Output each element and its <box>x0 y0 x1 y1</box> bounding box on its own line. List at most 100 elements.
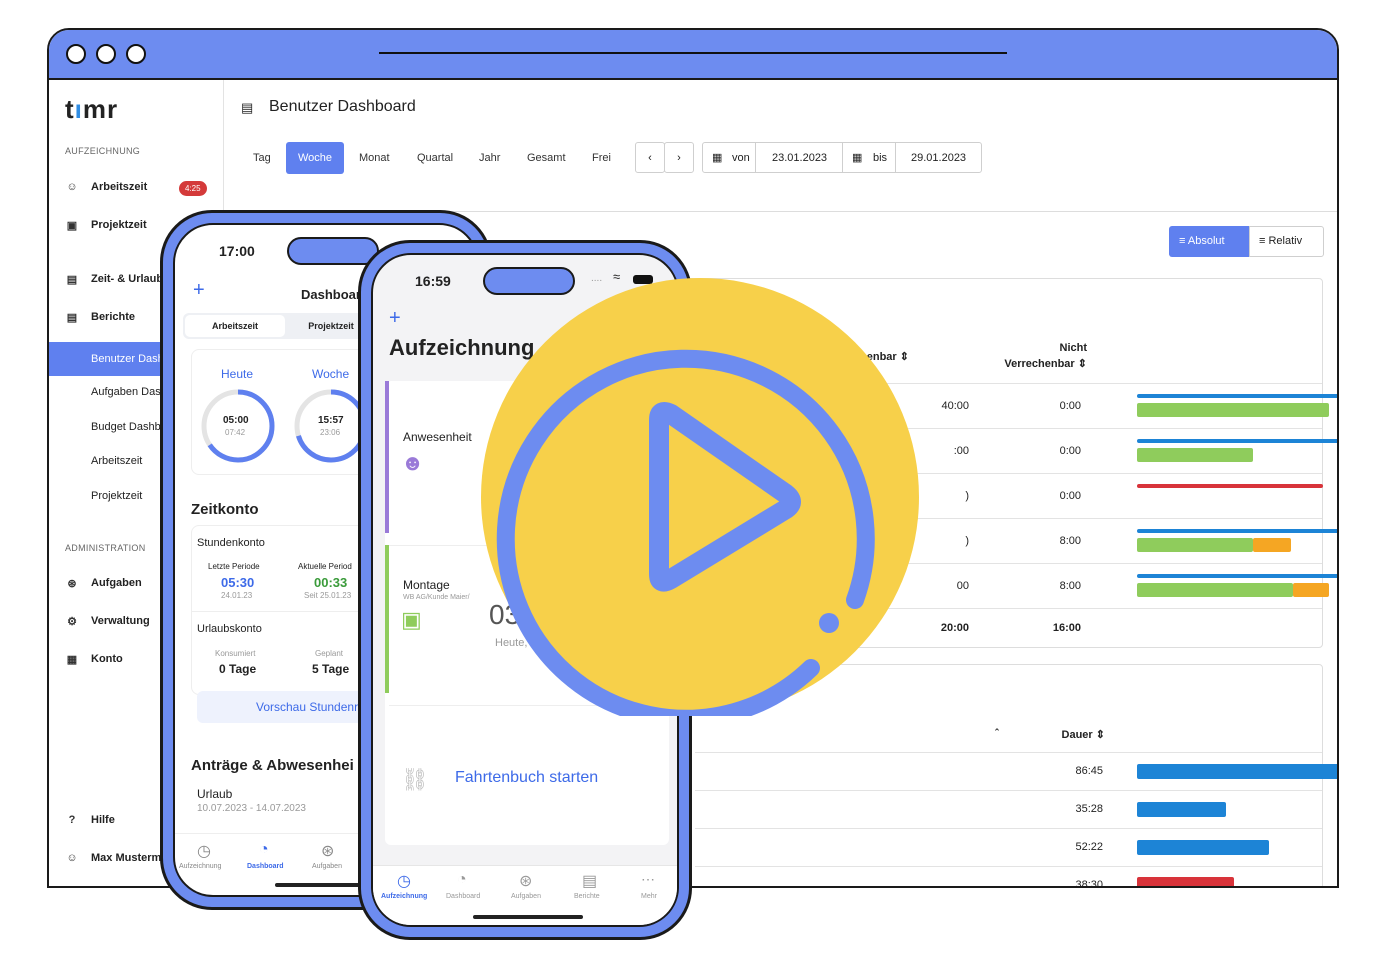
total-bar <box>1137 439 1337 443</box>
to-date[interactable]: 29.01.2023 <box>911 152 966 164</box>
timr-logo: tımr <box>65 94 119 124</box>
total-bar <box>1137 484 1323 488</box>
vacation-account-label: Urlaubskonto <box>197 623 262 635</box>
current-period-value: 00:33 <box>314 575 348 590</box>
project-label: Montage <box>403 578 450 592</box>
billable-bar <box>1137 583 1293 597</box>
status-time: 17:00 <box>219 243 255 259</box>
sort-caret-icon[interactable]: ˆ <box>995 728 999 740</box>
briefcase-clock-icon: ▣ <box>66 219 78 232</box>
tab-woche[interactable]: Woche <box>286 142 345 174</box>
status-time: 16:59 <box>415 273 451 289</box>
last-period-date: 24.01.23 <box>221 591 253 600</box>
relative-toggle[interactable]: ≡ Relativ <box>1249 226 1324 257</box>
hours-account-label: Stundenkonto <box>197 537 265 549</box>
sidebar-report-aufgaben[interactable]: Aufgaben Das <box>91 386 161 398</box>
nonbillable-cell: 8:00 <box>1059 535 1081 547</box>
address-bar[interactable] <box>379 52 1007 54</box>
tab-quartal[interactable]: Quartal <box>405 142 465 174</box>
nav-dashboard[interactable]: Dashboard <box>446 893 480 900</box>
duration-cell: 35:28 <box>1075 803 1103 815</box>
nav-aufgaben[interactable]: Aufgaben <box>312 863 342 870</box>
next-period-button[interactable]: › <box>664 142 694 173</box>
nav-aufgaben[interactable]: Aufgaben <box>511 893 541 900</box>
total-bar <box>1137 574 1337 578</box>
window-minimize-dot[interactable] <box>96 44 116 64</box>
duration-cell: 52:22 <box>1075 841 1103 853</box>
tab-frei[interactable]: Frei <box>580 142 623 174</box>
today-target: 07:42 <box>225 428 246 437</box>
col-dauer[interactable]: Dauer ⇕ <box>1025 728 1105 741</box>
nonbillable-cell: 0:00 <box>1059 490 1081 502</box>
hierarchy-icon: ⊛ <box>67 577 77 590</box>
play-icon-ring-dot <box>819 613 839 633</box>
from-date[interactable]: 23.01.2023 <box>772 152 827 164</box>
tab-gesamt[interactable]: Gesamt <box>515 142 578 174</box>
prev-period-button[interactable]: ‹ <box>635 142 665 173</box>
today-value: 05:00 <box>223 415 249 426</box>
consumed-value: 0 Tage <box>219 662 257 676</box>
consumed-label: Konsumiert <box>215 649 256 658</box>
tab-monat[interactable]: Monat <box>347 142 402 174</box>
nav-berichte[interactable]: Berichte <box>574 893 600 900</box>
sidebar-report-projektzeit[interactable]: Projektzeit <box>91 490 142 502</box>
nonbillable-bar <box>1293 583 1329 597</box>
add-icon[interactable]: + <box>193 279 205 302</box>
week-target: 23:06 <box>320 428 341 437</box>
sidebar-report-arbeitszeit[interactable]: Arbeitszeit <box>91 455 142 467</box>
absolute-toggle[interactable]: ≡ Absolut <box>1169 226 1249 257</box>
add-icon[interactable]: + <box>389 307 401 330</box>
report-icon: ▤ <box>66 311 78 324</box>
tab-tag[interactable]: Tag <box>241 142 283 174</box>
last-period-label: Letzte Periode <box>208 562 260 571</box>
nav-aufzeichnung[interactable]: Aufzeichnung <box>381 893 427 900</box>
duration-bar <box>1137 877 1234 886</box>
nav-mehr[interactable]: Mehr <box>641 893 657 900</box>
current-period-label: Aktuelle Period <box>298 562 352 571</box>
attendance-strip <box>385 381 389 533</box>
nonbillable-total: 16:00 <box>1052 622 1081 634</box>
user-clock-icon[interactable]: ☻ <box>401 450 424 476</box>
project-sub: WB AG/Kunde Maier/ <box>403 594 470 601</box>
play-video-button[interactable] <box>481 278 919 716</box>
segment-arbeitszeit[interactable]: Arbeitszeit <box>185 315 285 337</box>
tab-jahr[interactable]: Jahr <box>467 142 512 174</box>
dashboard-doc-icon: ▤ <box>241 100 254 115</box>
pie-chart-icon[interactable]: ◔ <box>259 841 269 859</box>
dynamic-island <box>287 237 379 265</box>
today-label: Heute <box>221 367 254 381</box>
duration-bar <box>1137 840 1269 855</box>
to-label: bis <box>873 152 888 164</box>
section-zeitkonto: Zeitkonto <box>191 501 259 518</box>
nonbillable-cell: 0:00 <box>1059 445 1081 457</box>
nonbillable-cell: 0:00 <box>1059 400 1081 412</box>
briefcase-clock-icon[interactable]: ▣ <box>401 607 422 633</box>
window-maximize-dot[interactable] <box>126 44 146 64</box>
project-strip <box>385 545 389 693</box>
duration-cell: 86:45 <box>1075 765 1103 777</box>
last-period-value: 05:30 <box>221 575 255 590</box>
nav-aufzeichnung[interactable]: Aufzeichnung <box>179 863 221 870</box>
window-close-dot[interactable] <box>66 44 86 64</box>
list-icon: ≡ <box>1259 235 1266 247</box>
stopwatch-icon[interactable]: ◷ <box>197 841 211 861</box>
nav-dashboard[interactable]: Dashboard <box>247 863 284 870</box>
billable-bar <box>1137 538 1253 552</box>
section-admin: ADMINISTRATION <box>65 543 146 553</box>
request-dates: 10.07.2023 - 14.07.2023 <box>197 803 306 814</box>
nonbillable-bar <box>1253 538 1291 552</box>
hierarchy-icon[interactable]: ⊛ <box>519 871 532 891</box>
section-requests: Anträge & Abwesenhei <box>191 757 354 774</box>
nonbillable-cell: 8:00 <box>1059 580 1081 592</box>
car-icon[interactable]: ⛓ <box>401 767 429 793</box>
hierarchy-icon[interactable]: ⊛ <box>321 841 334 861</box>
report-icon[interactable]: ▤ <box>582 871 597 891</box>
start-logbook-button[interactable]: Fahrtenbuch starten <box>455 769 598 787</box>
col-nicht-verrechenbar[interactable]: Nicht Verrechenbar ⇕ <box>969 340 1087 372</box>
duration-bar <box>1137 764 1337 779</box>
pie-chart-icon[interactable]: ◔ <box>457 871 467 889</box>
stopwatch-icon[interactable]: ◷ <box>397 871 411 891</box>
total-bar <box>1137 529 1337 533</box>
more-icon[interactable]: ⋯ <box>641 871 655 888</box>
sidebar-report-budget[interactable]: Budget Dashb <box>91 421 161 433</box>
